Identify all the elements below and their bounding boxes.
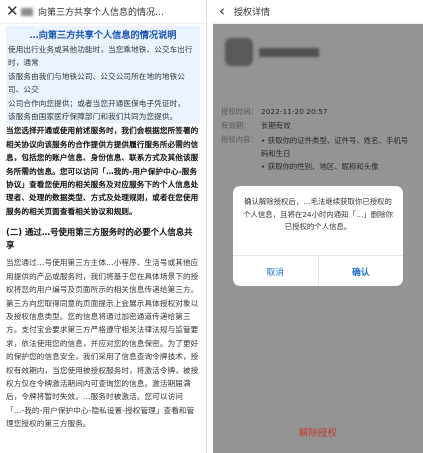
policy-body-paragraph: 当您通过…号使用第三方主体…小程序、生活号或其他应用提供的产品或服务时，我们将基… — [6, 258, 199, 429]
auth-topbar-title: 授权详情 — [234, 8, 271, 18]
auth-topbar: ‹ 授权详情 — [213, 0, 423, 24]
back-arrow-icon[interactable]: ‹ — [219, 4, 229, 19]
dialog-button-bar: 取消 确认 — [233, 255, 403, 286]
cancel-button[interactable]: 取消 — [233, 256, 318, 286]
policy-bold-paragraph: 当您选择开通或使用前述服务时，我们会根据您所签署的相关协议向该服务的合作提供方提… — [6, 126, 199, 216]
confirm-button[interactable]: 确认 — [317, 256, 404, 286]
policy-intro-line: 使用出行业务或其他功能时，当您乘地铁、公交车出行时，通常 — [8, 45, 193, 68]
policy-section-title: (二) 通过…号使用第三方服务时的必要个人信息共享 — [6, 227, 193, 251]
redacted-brand — [21, 7, 33, 16]
policy-heading: …向第三方共享个人信息的情况说明 — [29, 30, 177, 41]
dialog-message: 确认解除授权后，…毛法继续获取你已授权的个人信息，且将在24小时内通知「…」删除… — [243, 197, 393, 231]
policy-intro-line: 该服务由我们与地铁公司、公交公司所在地的地铁公司、公交 — [8, 71, 185, 95]
policy-intro-block: …向第三方共享个人信息的情况说明 使用出行业务或其他功能时，当您乘地铁、公交车出… — [6, 26, 200, 125]
policy-topbar: ✕ 向第三方共享个人信息的情况… — [0, 0, 206, 24]
policy-topbar-title: 向第三方共享个人信息的情况… — [38, 8, 165, 18]
revoke-authorization-button[interactable]: 解除授权 — [213, 425, 423, 439]
policy-intro-line: 该服务由国家医疗保障部门和我们共同为您提供。 — [8, 112, 178, 122]
auth-detail-panel: ‹ 授权详情 授权时间： 2022-11-20 20:57 有效期： 长期有效 … — [213, 0, 423, 453]
revoke-confirm-dialog: 确认解除授权后，…毛法继续获取你已授权的个人信息，且将在24小时内通知「…」删除… — [233, 186, 403, 286]
close-icon[interactable]: ✕ — [6, 4, 19, 19]
policy-panel: ✕ 向第三方共享个人信息的情况… …向第三方共享个人信息的情况说明 使用出行业务… — [0, 0, 207, 453]
policy-article: …向第三方共享个人信息的情况说明 使用出行业务或其他功能时，当您乘地铁、公交车出… — [0, 24, 206, 431]
policy-intro-line: 公司合作向您提供；或者当您开通医保电子凭证时， — [8, 98, 185, 108]
